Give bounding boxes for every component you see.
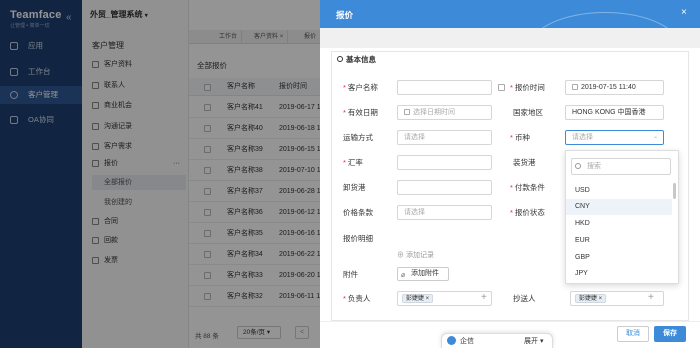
price-terms-label: 价格条款 [343,208,373,217]
transport-label: 运输方式 [343,133,373,142]
valid-date-input[interactable]: 选择日期时间 [397,105,492,120]
copy-icon[interactable] [498,84,505,91]
calendar-icon [404,109,410,115]
modal-backdrop[interactable] [0,0,320,348]
exchange-rate-input[interactable] [397,155,492,170]
unloading-port-input[interactable] [397,180,492,195]
close-icon[interactable]: × [681,7,687,18]
paperclip-icon: ⌀ [401,272,406,279]
plus-icon[interactable]: + [648,292,654,303]
currency-option-usd[interactable]: USD [566,183,672,199]
section-title: 基本信息 [346,55,376,64]
dropdown-search-input[interactable]: 搜索 [571,158,671,175]
currency-option-eur[interactable]: EUR [566,233,672,249]
currency-label: * 币种 [510,133,530,142]
country-label: 国家地区 [513,108,543,117]
modal-subheader [320,28,700,48]
plus-circle-icon: ⊕ [397,252,404,259]
price-terms-select[interactable]: 请选择 [397,205,492,220]
country-select[interactable]: HONG KONG 中国香港 [565,105,664,120]
save-button[interactable]: 保存 [654,326,686,342]
dropdown-scrollbar[interactable] [673,183,676,199]
quote-status-label: * 报价状态 [510,208,545,217]
chevron-up-icon: ⌃ [652,137,658,143]
quote-time-input[interactable]: 2019-07-15 11:40 [565,80,664,95]
valid-date-label: * 有效日期 [343,108,378,117]
cancel-button[interactable]: 取消 [617,326,649,342]
customer-name-input[interactable] [397,80,492,95]
loading-port-label: 装货港 [513,158,536,167]
modal-title: 报价 [336,10,354,20]
minus-circle-icon[interactable] [337,56,343,62]
currency-select[interactable]: 请选择 ⌃ [565,130,664,145]
quote-details-label: 报价明细 [343,234,373,243]
cc-label: 抄送人 [513,294,536,303]
transport-select[interactable]: 请选择 [397,130,492,145]
calendar-icon [572,84,578,90]
owner-picker[interactable]: 彭婕婕 × [397,291,492,306]
currency-option-cny[interactable]: CNY [566,199,672,215]
chat-expand-button[interactable]: 展开 ▾ [524,336,543,346]
currency-option-jpy[interactable]: JPY [566,266,672,282]
exchange-rate-label: * 汇率 [343,158,363,167]
payment-terms-label: * 付款条件 [510,183,545,192]
chat-widget-label: 企信 [460,338,474,345]
attachment-label: 附件 [343,270,358,279]
plus-icon[interactable]: + [481,292,487,303]
owner-label: * 负责人 [343,294,371,303]
customer-name-label: * 客户名称 [343,83,378,92]
unloading-port-label: 卸货港 [343,183,366,192]
chat-icon [447,336,456,345]
user-tag[interactable]: 彭婕婕 × [575,294,607,303]
currency-option-hkd[interactable]: HKD [566,216,672,232]
currency-option-gbp[interactable]: GBP [566,250,672,266]
user-tag[interactable]: 彭婕婕 × [402,294,434,303]
add-record-link[interactable]: ⊕ 添加记录 [397,250,434,260]
quote-time-label: * 报价时间 [510,83,545,92]
search-icon [575,163,581,169]
